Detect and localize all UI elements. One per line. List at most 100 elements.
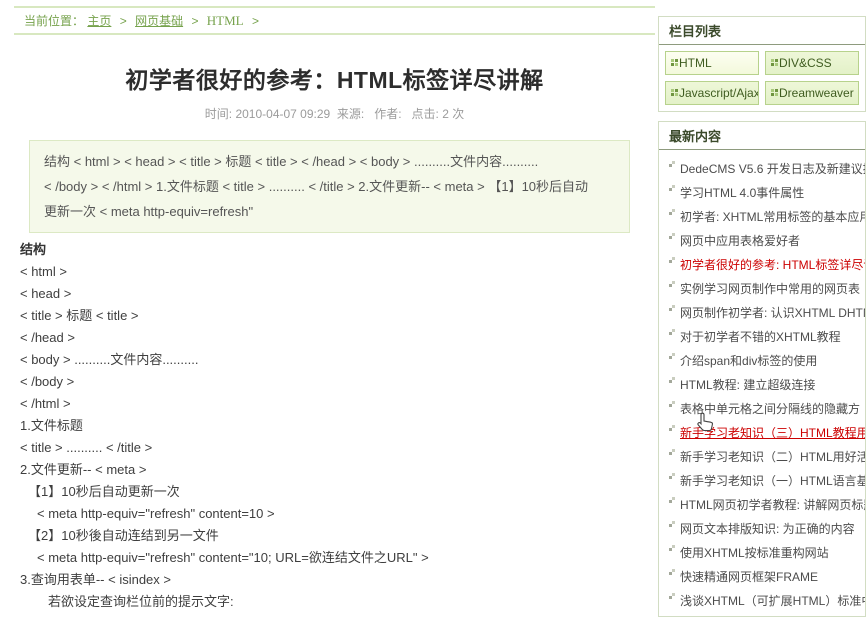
category-button-label: HTML [679,56,712,70]
list-item[interactable]: 初学者: XHTML常用标签的基本应用指 [669,204,865,228]
category-icon [771,63,774,66]
list-item-label: 实例学习网页制作中常用的网页表 [680,280,860,297]
list-item-label: 对于初学者不错的XHTML教程 [680,328,841,345]
list-item[interactable]: HTML教程: 建立超级连接 [669,372,865,396]
article-meta: 时间: 2010-04-07 09:29 来源: 作者: 点击: 2 次 [14,105,655,122]
article-line: < /html > [20,393,655,415]
list-item[interactable]: 快速精通网页框架FRAME [669,564,865,588]
breadcrumb-separator: > [120,14,127,28]
list-item[interactable]: DedeCMS V5.6 开发日志及新建议提交 [669,156,865,180]
category-button-grid: HTML DIV&CSS Javascript/Ajax Dreamweaver [659,45,865,111]
bullet-icon [669,356,672,359]
list-item-label: 网页制作初学者: 认识XHTML DHTML S [680,304,865,321]
article-line: < /head > [20,327,655,349]
article-line: < title > 标题 < title > [20,305,655,327]
list-item[interactable]: 新手学习老知识（二）HTML用好活动 [669,444,865,468]
article-line: < meta http-equiv="refresh" content="10;… [20,547,655,569]
bullet-icon [669,572,672,575]
list-item-label: 浅谈XHTML（可扩展HTML）标准中 [680,592,865,609]
article-line: < html > [20,261,655,283]
list-item-label: 介绍span和div标签的使用 [680,352,817,369]
bullet-icon [669,236,672,239]
article-line: 2.文件更新-- < meta > [20,459,655,481]
category-button-label: DIV&CSS [779,56,832,70]
list-item-label: 学习HTML 4.0事件属性 [680,184,804,201]
summary-line: < /body > < /html > 1.文件标题 < title > ...… [44,174,615,199]
bullet-icon [669,284,672,287]
breadcrumb-separator: > [252,14,259,28]
list-item-label: DedeCMS V5.6 开发日志及新建议提交 [680,160,865,177]
list-item[interactable]: 新手学习老知识（一）HTML语言基础 [669,468,865,492]
bullet-icon [669,452,672,455]
list-item-label: 初学者很好的参考: HTML标签详尽讲 [680,256,865,273]
list-item[interactable]: 网页中应用表格爱好者 [669,228,865,252]
list-item[interactable]: 浅谈XHTML（可扩展HTML）标准中 [669,588,865,612]
list-item-label: HTML网页初学者教程: 讲解网页标题 [680,496,865,513]
list-item[interactable]: 对于初学者不错的XHTML教程 [669,324,865,348]
breadcrumb-link-html[interactable]: HTML [207,13,244,28]
list-item-current-article[interactable]: 初学者很好的参考: HTML标签详尽讲 [669,252,865,276]
article-section-heading: 结构 [20,239,655,261]
bullet-icon [669,188,672,191]
category-button-javascript-ajax[interactable]: Javascript/Ajax [665,81,759,105]
breadcrumb-link-home[interactable]: 主页 [87,14,111,28]
bullet-icon [669,476,672,479]
list-item[interactable]: 学习HTML 4.0事件属性 [669,180,865,204]
latest-content-title: 最新内容 [659,122,865,150]
list-item-label: HTML教程: 建立超级连接 [680,376,815,393]
article-line: 【2】10秒後自动连结到另一文件 [20,525,655,547]
category-button-label: Javascript/Ajax [679,86,759,100]
category-icon [671,63,674,66]
category-button-label: Dreamweaver [779,86,854,100]
list-item-label: 网页文本排版知识: 为正确的内容 [680,520,855,537]
bullet-icon [669,500,672,503]
article-line: 若欲设定查询栏位前的提示文字: [20,591,655,613]
article-body: 结构 < html > < head > < title > 标题 < titl… [14,239,655,613]
list-item[interactable]: 网页文本排版知识: 为正确的内容 [669,516,865,540]
list-item-label: 初学者: XHTML常用标签的基本应用指 [680,208,865,225]
bullet-icon [669,428,672,431]
article-line: < head > [20,283,655,305]
summary-line: 更新一次 < meta http-equiv=refresh" [44,199,615,224]
breadcrumb: 当前位置： 主页 > 网页基础 > HTML > [14,6,655,35]
bullet-icon [669,404,672,407]
category-icon [771,93,774,96]
bullet-icon [669,332,672,335]
category-list-box: 栏目列表 HTML DIV&CSS Javascript/Ajax Dreamw… [658,16,866,112]
hand-cursor-icon [697,412,714,432]
list-item-label: 新手学习老知识（二）HTML用好活动 [680,448,865,465]
article-line: 1.文件标题 [20,415,655,437]
list-item-label: 快速精通网页框架FRAME [680,568,818,585]
category-list-title: 栏目列表 [659,17,865,45]
list-item[interactable]: HTML网页初学者教程: 讲解网页标题 [669,492,865,516]
latest-content-box: 最新内容 DedeCMS V5.6 开发日志及新建议提交 学习HTML 4.0事… [658,121,866,617]
list-item-label: 使用XHTML按标准重构网站 [680,544,829,561]
page-title: 初学者很好的参考：HTML标签详尽讲解 [14,61,655,95]
article-line: 【1】10秒后自动更新一次 [20,481,655,503]
category-button-divcss[interactable]: DIV&CSS [765,51,859,75]
bullet-icon [669,260,672,263]
list-item[interactable]: 网页制作初学者: 认识XHTML DHTML S [669,300,865,324]
category-icon [671,93,674,96]
bullet-icon [669,308,672,311]
list-item-label: 网页中应用表格爱好者 [680,232,800,249]
article-line: < body > ..........文件内容.......... [20,349,655,371]
bullet-icon [669,212,672,215]
bullet-icon [669,524,672,527]
breadcrumb-link-section[interactable]: 网页基础 [135,14,183,28]
article-line: < title > .......... < /title > [20,437,655,459]
sidebar: 栏目列表 HTML DIV&CSS Javascript/Ajax Dreamw… [658,16,866,626]
bullet-icon [669,164,672,167]
list-item-label: 新手学习老知识（一）HTML语言基础 [680,472,865,489]
bullet-icon [669,548,672,551]
list-item[interactable]: 介绍span和div标签的使用 [669,348,865,372]
category-button-dreamweaver[interactable]: Dreamweaver [765,81,859,105]
breadcrumb-label: 当前位置： [24,14,84,28]
article-line: < /body > [20,371,655,393]
category-button-html[interactable]: HTML [665,51,759,75]
bullet-icon [669,380,672,383]
list-item[interactable]: 使用XHTML按标准重构网站 [669,540,865,564]
article-line: < meta http-equiv="refresh" content=10 > [20,503,655,525]
summary-line: 结构 < html > < head > < title > 标题 < titl… [44,149,615,174]
list-item[interactable]: 实例学习网页制作中常用的网页表 [669,276,865,300]
